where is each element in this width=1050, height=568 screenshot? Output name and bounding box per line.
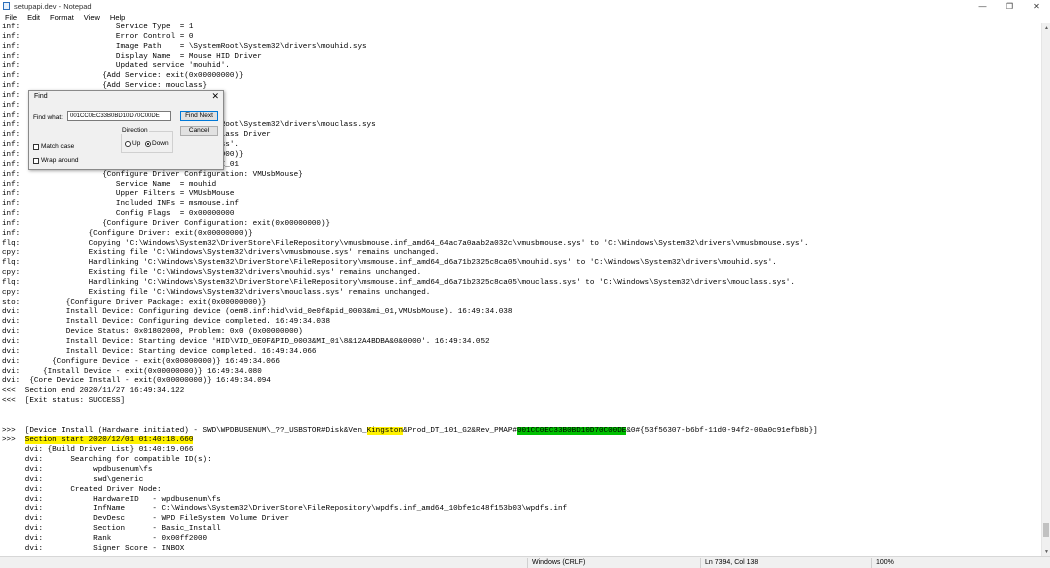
menu-view[interactable]: View [79,13,105,22]
notepad-icon [3,2,10,10]
find-what-input[interactable] [67,111,171,121]
section-start-highlight: Section start 2020/12/01 01:40:18.660 [24,436,194,445]
find-next-button[interactable]: Find Next [180,111,218,121]
device-install-middle: &Prod_DT_101_G2&Rev_PMAP# [403,426,517,435]
log-line: dvi: Searching for compatible ID(s): [2,456,212,465]
minimize-button[interactable]: — [969,0,996,12]
log-line: dvi: Rank - 0x00ff2000 [2,534,208,543]
maximize-button[interactable]: ❐ [996,0,1023,12]
find-dialog: Find ✕ Find what: Find Next Cancel Direc… [28,90,224,170]
menu-format[interactable]: Format [45,13,79,22]
log-line: dvi: Install Device: Starting device com… [2,347,317,356]
log-line: <<< [Exit status: SUCCESS] [2,397,126,406]
log-line: inf: Service Name = mouhid [2,180,217,189]
log-line: sto: {Configure Driver Package: exit(0x0… [2,298,267,307]
log-line: dvi: Install Device: Configuring device … [2,318,331,327]
window-controls: — ❐ ✕ [969,0,1050,12]
direction-down-radio[interactable] [145,141,151,147]
close-button[interactable]: ✕ [1023,0,1050,12]
status-encoding: Windows (CRLF) [527,558,585,568]
status-position: Ln 7394, Col 138 [700,558,758,568]
log-line: cpy: Existing file 'C:\Windows\System32\… [2,269,422,278]
log-line: inf: {Configure Driver Configuration: ex… [2,219,331,228]
log-line: dvi: DevDesc - WPD FileSystem Volume Dri… [2,515,290,524]
log-line: inf: Included INFs = msmouse.inf [2,200,239,209]
log-line: inf: {Configure Driver: exit(0x00000000)… [2,229,253,238]
menu-help[interactable]: Help [105,13,130,22]
log-line: dvi: {Configure Device - exit(0x00000000… [2,357,280,366]
find-what-label: Find what: [33,114,63,121]
device-install-line: >>> [Device Install (Hardware initiated)… [0,426,1041,437]
match-case-label: Match case [41,143,75,150]
vertical-scrollbar[interactable]: ▲ ▼ [1041,23,1050,556]
log-line: cpy: Existing file 'C:\Windows\System32\… [2,288,431,297]
direction-label: Direction [121,127,149,134]
log-line: dvi: HardwareID - wpdbusenum\fs [2,495,221,504]
log-line: dvi: Device Status: 0x01802000, Problem:… [2,328,303,337]
log-line: dvi: Install Device: Starting device 'HI… [2,338,490,346]
find-close-icon[interactable]: ✕ [211,91,219,102]
wrap-around-label: Wrap around [41,157,79,164]
log-line: dvi: {Install Device - exit(0x00000000)}… [2,367,262,376]
log-line: dvi: {Core Device Install - exit(0x00000… [2,377,271,386]
log-line: inf: Updated service 'mouhid'. [2,62,230,71]
serial-match-highlight: 001CC0EC33B0BD10D70C00DE [516,426,627,435]
scroll-down-icon[interactable]: ▼ [1042,547,1050,556]
log-line: flq: Hardlinking 'C:\Windows\System32\Dr… [2,278,795,287]
status-zoom: 100% [871,558,894,568]
menu-file[interactable]: File [0,13,22,22]
log-line: inf: {Add Service: exit(0x00000000)} [2,72,244,81]
window-title: setupapi.dev - Notepad [14,1,92,11]
vendor-highlight: Kingston [366,426,404,435]
log-line: dvi: swd\generic [2,475,144,484]
log-line: dvi: {Build Driver List} 01:40:19.066 [2,446,194,455]
device-install-suffix: &0#{53f56307-b6bf-11d0-94f2-00a0c91efb8b… [626,426,818,435]
log-line: cpy: Existing file 'C:\Windows\System32\… [2,249,440,258]
direction-down-label: Down [152,140,169,147]
log-line: inf: Image Path = \SystemRoot\System32\d… [2,42,367,51]
log-line: flq: Hardlinking 'C:\Windows\System32\Dr… [2,259,777,268]
section-start-prefix: >>> [2,436,25,445]
wrap-around-checkbox[interactable] [33,158,39,164]
device-install-prefix: >>> [Device Install (Hardware initiated)… [2,426,367,435]
scroll-up-icon[interactable]: ▲ [1042,23,1050,32]
section-start-line: >>> Section start 2020/12/01 01:40:18.66… [0,436,1041,446]
log-line: inf: Upper Filters = VMUsbMouse [2,190,235,199]
log-line: dvi: InfName - C:\Windows\System32\Drive… [2,505,568,514]
log-line: dvi: Created Driver Node: [2,485,162,494]
log-line: <<< Section end 2020/11/27 16:49:34.122 [2,387,185,396]
status-bar: Windows (CRLF) Ln 7394, Col 138 100% [0,556,1050,568]
log-line: dvi: Section - Basic_Install [2,525,221,534]
scroll-thumb[interactable] [1043,523,1049,537]
direction-up-label: Up [132,140,141,147]
menu-bar: File Edit Format View Help [0,12,1050,23]
title-bar: setupapi.dev - Notepad — ❐ ✕ [0,0,1050,12]
log-line: flq: Copying 'C:\Windows\System32\Driver… [2,239,809,248]
cancel-button[interactable]: Cancel [180,126,218,136]
log-line: inf: Service Type = 1 [2,23,194,31]
log-line: dvi: wpdbusenum\fs [2,465,153,474]
direction-up-radio[interactable] [125,141,131,147]
menu-edit[interactable]: Edit [22,13,45,22]
match-case-checkbox[interactable] [33,144,39,150]
log-line: dvi: Install Device: Configuring device … [2,308,513,317]
log-line: dvi: Signer Score - INBOX [2,544,185,553]
log-line: inf: Error Control = 0 [2,32,194,41]
log-line: inf: Display Name = Mouse HID Driver [2,52,262,61]
find-dialog-title: Find [34,93,48,100]
log-line: inf: Config Flags = 0x00000000 [2,210,235,219]
log-line: inf: {Configure Driver Configuration: VM… [2,170,303,179]
